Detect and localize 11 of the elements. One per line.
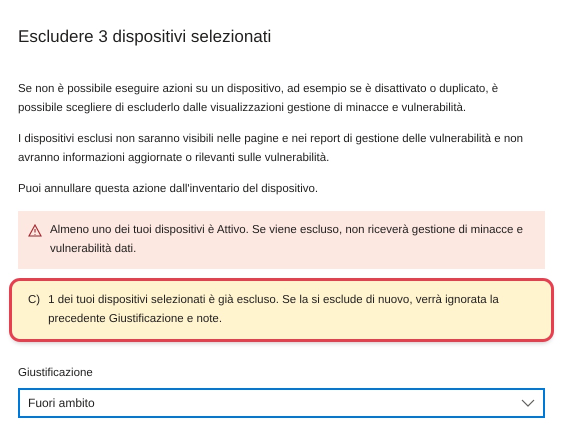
justification-dropdown[interactable]: Fuori ambito [18,388,545,418]
field-label: Giustificazione [18,366,94,380]
paragraph: I dispositivi esclusi non saranno visibili nelle pagine e nei report di gestione delle vulnerabilità e non avranno informazioni aggiornate o rilevanti sulle vulnerabilità. [18,132,524,166]
message-text: 1 dei tuoi dispositivi selezionati è già escluso. Se la si esclude di nuovo, verrà ignorata la precedente Giustificazione e note. [48,292,500,326]
paragraph: Puoi annullare questa azione dall'inventario del dispositivo. [18,182,320,196]
warning-icon [28,224,42,236]
message-prefix: C) [28,292,40,308]
paragraph: Se non è possibile eseguire azioni su un dispositivo, ad esempio se è disattivato o duplicato, è possibile scegliere di escluderlo dalle visualizzazioni gestione di minacce e vulnerabilità. [18,82,500,116]
dialog-title: Escludere 3 dispositivi selezionati [18,26,272,48]
message-text: Almeno uno dei tuoi dispositivi è Attivo. Se viene escluso, non riceverà gestione di minacce e vulnerabilità dati. [50,222,524,256]
chevron-down-icon [521,398,535,407]
